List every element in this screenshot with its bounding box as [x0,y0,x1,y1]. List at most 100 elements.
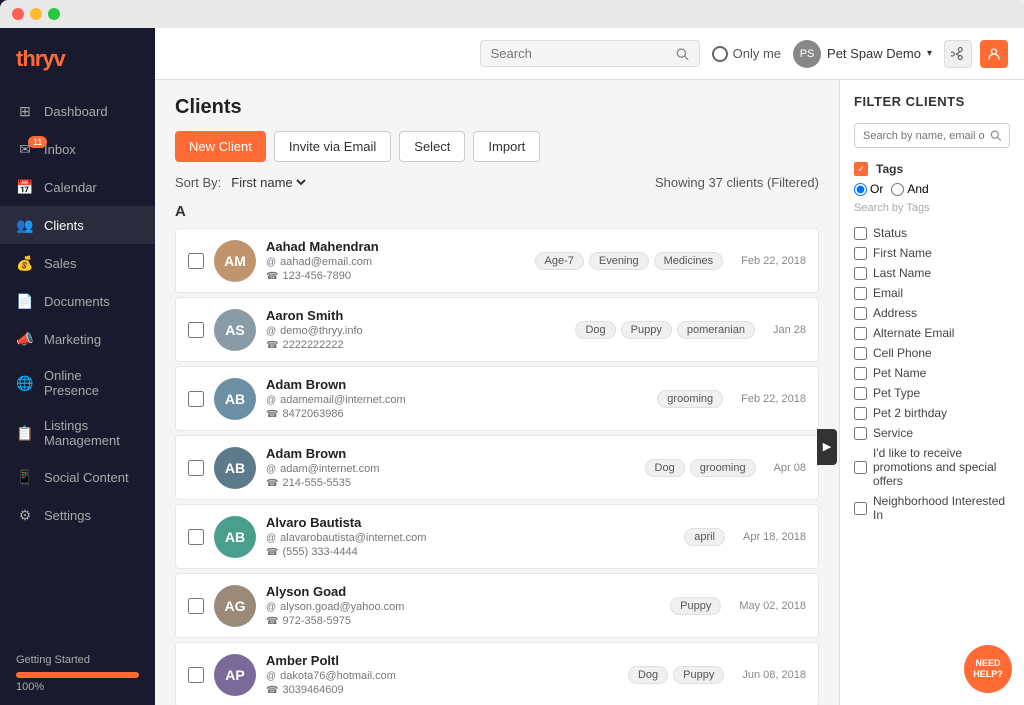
table-row[interactable]: AS Aaron Smith @demo@thryy.info ☎2222222… [175,297,819,362]
sidebar-item-social[interactable]: 📱 Social Content [0,458,155,496]
user-info[interactable]: PS Pet Spaw Demo ▾ [793,40,932,68]
table-row[interactable]: AB Adam Brown @adam@internet.com ☎214-55… [175,435,819,500]
maximize-btn[interactable] [48,8,60,20]
table-row[interactable]: AB Adam Brown @adamemail@internet.com ☎8… [175,366,819,431]
filter-checkbox-input[interactable] [854,461,867,474]
clients-icon-button[interactable] [980,40,1008,68]
client-avatar: AB [214,447,256,489]
filter-checkbox-input[interactable] [854,287,867,300]
page-title: Clients [175,96,242,119]
window-chrome [0,0,1024,28]
close-btn[interactable] [12,8,24,20]
search-input[interactable] [491,46,670,61]
client-checkbox[interactable] [188,460,204,476]
client-tags: Age-7EveningMedicines [535,252,724,270]
filter-checkbox-input[interactable] [854,347,867,360]
filter-checkbox-item[interactable]: Status [854,226,1010,240]
search-icon [676,47,689,61]
filter-checkbox-input[interactable] [854,327,867,340]
client-checkbox[interactable] [188,391,204,407]
table-row[interactable]: AM Aahad Mahendran @aahad@email.com ☎123… [175,228,819,293]
client-phone: ☎8472063986 [266,408,647,420]
sidebar-item-inbox[interactable]: ✉ Inbox 11 [0,130,155,168]
filter-checkbox-label: First Name [873,246,932,260]
sidebar-item-marketing[interactable]: 📣 Marketing [0,320,155,358]
filter-checkbox-item[interactable]: Pet Name [854,366,1010,380]
filter-checkbox-input[interactable] [854,502,867,515]
settings-icon: ⚙ [16,506,34,524]
select-button[interactable]: Select [399,131,465,162]
filter-checkbox-input[interactable] [854,247,867,260]
sidebar-item-documents[interactable]: 📄 Documents [0,282,155,320]
table-row[interactable]: AB Alvaro Bautista @alavarobautista@inte… [175,504,819,569]
filter-checkbox-item[interactable]: Neighborhood Interested In [854,494,1010,522]
client-checkbox[interactable] [188,667,204,683]
invite-email-button[interactable]: Invite via Email [274,131,391,162]
client-checkbox[interactable] [188,322,204,338]
filter-checkbox-item[interactable]: I'd like to receive promotions and speci… [854,446,1010,488]
filter-checkbox-input[interactable] [854,307,867,320]
clients-header: Clients [175,96,819,119]
filter-checkbox-item[interactable]: Email [854,286,1010,300]
clients-actions: New Client Invite via Email Select Impor… [175,131,819,162]
table-row[interactable]: AG Alyson Goad @alyson.goad@yahoo.com ☎9… [175,573,819,638]
only-me-toggle[interactable]: Only me [712,46,781,62]
sidebar-item-clients[interactable]: 👥 Clients [0,206,155,244]
sidebar-item-listings[interactable]: 📋 Listings Management [0,408,155,458]
filter-checkbox-item[interactable]: Pet 2 birthday [854,406,1010,420]
filter-checkbox-input[interactable] [854,267,867,280]
client-avatar: AB [214,378,256,420]
sidebar-item-settings[interactable]: ⚙ Settings [0,496,155,534]
tags-checkbox-checked[interactable]: ✓ [854,162,868,176]
client-checkbox[interactable] [188,529,204,545]
filter-checkbox-input[interactable] [854,227,867,240]
filter-checkbox-input[interactable] [854,387,867,400]
import-button[interactable]: Import [473,131,540,162]
filter-checkbox-item[interactable]: Alternate Email [854,326,1010,340]
client-phone: ☎214-555-5535 [266,477,635,489]
filter-checkbox-input[interactable] [854,367,867,380]
sidebar-item-label: Clients [44,218,84,233]
filter-checkbox-input[interactable] [854,407,867,420]
filter-checkbox-item[interactable]: Cell Phone [854,346,1010,360]
filter-checkbox-item[interactable]: First Name [854,246,1010,260]
expand-arrow-button[interactable]: ▶ [817,429,837,465]
or-radio-label[interactable]: Or [854,182,883,196]
filter-search-box[interactable] [854,123,1010,148]
client-phone: ☎(555) 333-4444 [266,546,674,558]
sidebar-item-sales[interactable]: 💰 Sales [0,244,155,282]
filter-checkbox-item[interactable]: Address [854,306,1010,320]
filter-checkbox-label: Cell Phone [873,346,932,360]
sidebar-item-label: Listings Management [44,418,139,448]
new-client-button[interactable]: New Client [175,131,266,162]
client-info: Adam Brown @adam@internet.com ☎214-555-5… [266,446,635,489]
client-tags: april [684,528,725,546]
or-radio[interactable] [854,183,867,196]
client-info: Alyson Goad @alyson.goad@yahoo.com ☎972-… [266,584,660,627]
filter-checkbox-item[interactable]: Pet Type [854,386,1010,400]
minimize-btn[interactable] [30,8,42,20]
sidebar-item-calendar[interactable]: 📅 Calendar [0,168,155,206]
filter-checkbox-label: I'd like to receive promotions and speci… [873,446,1010,488]
and-radio[interactable] [891,183,904,196]
client-info: Aaron Smith @demo@thryy.info ☎2222222222 [266,308,565,351]
sidebar-item-online-presence[interactable]: 🌐 Online Presence [0,358,155,408]
filter-checkbox-item[interactable]: Service [854,426,1010,440]
share-button[interactable] [944,40,972,68]
search-box[interactable] [480,40,700,67]
sidebar: thryv ⊞ Dashboard ✉ Inbox 11 📅 Calendar … [0,0,155,705]
sidebar-item-dashboard[interactable]: ⊞ Dashboard [0,92,155,130]
filter-search-tags-label: Search by Tags [854,202,1010,214]
filter-checkbox-input[interactable] [854,427,867,440]
need-help-button[interactable]: NEED HELP? [964,645,1012,693]
documents-icon: 📄 [16,292,34,310]
sidebar-item-label: Online Presence [44,368,139,398]
filter-search-input[interactable] [863,130,985,142]
sort-select[interactable]: First name [227,174,309,191]
filter-checkbox-item[interactable]: Last Name [854,266,1010,280]
client-checkbox[interactable] [188,598,204,614]
client-checkbox[interactable] [188,253,204,269]
table-row[interactable]: AP Amber Poltl @dakota76@hotmail.com ☎30… [175,642,819,705]
progress-bar-bg [16,672,139,678]
and-radio-label[interactable]: And [891,182,928,196]
